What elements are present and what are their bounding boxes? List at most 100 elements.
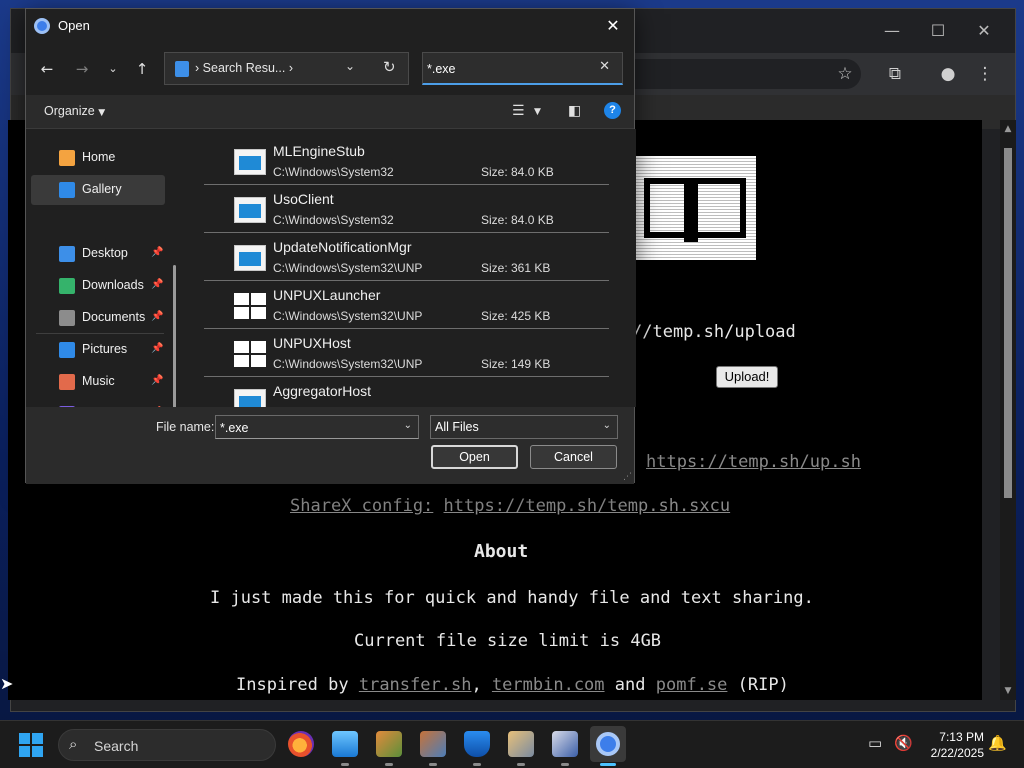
volume-muted-icon[interactable]: 🔇 [894, 734, 913, 752]
file-path: C:\Windows\System32\UNP [273, 309, 423, 323]
organize-label: Organize [44, 104, 95, 118]
dialog-search-input[interactable] [427, 59, 592, 79]
organize-menu-button[interactable]: Organize ▼ [44, 104, 105, 118]
app-icon-1[interactable] [376, 731, 402, 757]
file-row[interactable]: UpdateNotificationMgr C:\Windows\System32… [204, 233, 609, 281]
address-dropdown-icon[interactable]: ⌄ [345, 59, 355, 73]
nav-item-label: Gallery [82, 182, 122, 196]
dialog-footer: File name: ⌄ All Files ⌄ Open Cancel ⋰ [26, 407, 634, 484]
nav-item-pictures[interactable]: Pictures 📌 [31, 335, 165, 365]
nav-item-videos[interactable]: Videos📌 [31, 399, 165, 407]
taskbar: ⌕ Search ▭ 🔇 7:13 PM 2/22/2025 🔔 [0, 720, 1024, 768]
dialog-search-box[interactable]: ✕ [422, 52, 623, 85]
termbin-link[interactable]: termbin.com [492, 675, 605, 695]
app-icon-2[interactable] [420, 731, 446, 757]
system-clock[interactable]: 7:13 PM 2/22/2025 [920, 729, 984, 761]
minimize-icon[interactable]: — [877, 19, 907, 43]
start-windows-icon[interactable] [19, 733, 43, 757]
file-name-input[interactable] [220, 419, 396, 436]
transfer-sh-link[interactable]: transfer.sh [359, 675, 472, 695]
close-window-icon[interactable]: ✕ [969, 19, 999, 43]
file-size: Size: 425 KB [481, 309, 551, 323]
change-view-icon[interactable]: ☰ [512, 103, 525, 119]
page-scroll-thumb[interactable] [1004, 148, 1012, 498]
cancel-button[interactable]: Cancel [530, 445, 617, 469]
open-file-dialog: Open ✕ ← → ⌄ ↑ › Search Resu... › ⌄ ↻ ✕ … [25, 8, 636, 484]
nav-item-music[interactable]: Music 📌 [31, 367, 165, 397]
profile-icon[interactable]: ● [936, 62, 960, 86]
nav-pane-scrollbar[interactable] [173, 265, 176, 407]
nav-item-label: Pictures [82, 342, 128, 356]
network-icon[interactable]: ▭ [868, 734, 882, 752]
exe-file-icon [234, 149, 266, 175]
file-type-value: All Files [435, 420, 479, 434]
file-row[interactable]: MLEngineStub C:\Windows\System32 Size: 84.… [204, 137, 609, 185]
dialog-address-bar[interactable]: › Search Resu... › ⌄ ↻ [164, 52, 409, 85]
file-type-filter[interactable]: All Files ⌄ [430, 415, 618, 439]
taskbar-search[interactable]: ⌕ Search [58, 729, 276, 761]
forward-arrow-icon[interactable]: → [71, 58, 93, 80]
up-arrow-icon[interactable]: ↑ [131, 58, 153, 80]
control-panel-icon[interactable] [332, 731, 358, 757]
file-name-combo[interactable]: ⌄ [215, 415, 419, 439]
nav-item-downloads[interactable]: Downloads 📌 [31, 271, 165, 301]
nav-item-label: Desktop [82, 246, 128, 260]
recent-locations-chevron-icon[interactable]: ⌄ [102, 58, 124, 80]
pin-icon: 📌 [151, 311, 164, 322]
windows-logo-tile [251, 341, 266, 353]
file-name-dropdown-icon[interactable]: ⌄ [404, 420, 412, 431]
upload-button[interactable]: Upload! [716, 366, 778, 388]
running-indicator [517, 763, 525, 766]
dialog-close-icon[interactable]: ✕ [600, 14, 626, 38]
chrome-taskbar-button[interactable] [590, 726, 626, 762]
chrome-icon [34, 18, 50, 34]
open-button[interactable]: Open [431, 445, 518, 469]
refresh-icon[interactable]: ↻ [383, 58, 396, 76]
bookmark-star-icon[interactable]: ☆ [833, 62, 857, 86]
page-scrollbar[interactable]: ▲ ▼ [1000, 120, 1016, 700]
exe-file-icon [234, 197, 266, 223]
file-row[interactable]: AggregatorHostC:\Windows\System32Size: 3… [204, 377, 609, 407]
file-row[interactable]: UsoClient C:\Windows\System32 Size: 84.0 K… [204, 185, 609, 233]
breadcrumb-search-results[interactable]: Search Resu... [203, 61, 286, 75]
windows-logo-tile [234, 355, 249, 367]
nav-item-home[interactable]: Home [31, 143, 165, 173]
file-size: Size: 361 KB [481, 261, 551, 275]
sharex-config-link[interactable]: https://temp.sh/temp.sh.sxcu [444, 496, 731, 516]
extensions-icon[interactable]: ⧉ [883, 62, 907, 86]
address-bar[interactable] [621, 59, 861, 89]
file-name-label: File name: [156, 420, 215, 434]
view-options-dropdown-icon[interactable]: ▼ [534, 107, 541, 117]
scroll-up-icon[interactable]: ▲ [1000, 122, 1016, 136]
nav-item-gallery[interactable]: Gallery [31, 175, 165, 205]
clear-search-icon[interactable]: ✕ [599, 59, 610, 74]
users-icon[interactable] [508, 731, 534, 757]
app-icon-3[interactable] [552, 731, 578, 757]
menu-dots-icon[interactable]: ⋮ [973, 62, 997, 86]
mouse-cursor-icon: ➤ [0, 674, 14, 693]
back-arrow-icon[interactable]: ← [36, 58, 58, 80]
defender-shield-icon[interactable] [464, 731, 490, 757]
file-row[interactable]: UNPUXLauncher C:\Windows\System32\UNP Size… [204, 281, 609, 329]
nav-item-desktop[interactable]: Desktop 📌 [31, 239, 165, 269]
scroll-down-icon[interactable]: ▼ [1000, 684, 1016, 698]
help-icon[interactable]: ? [604, 102, 621, 119]
resize-grip-icon[interactable]: ⋰ [623, 472, 632, 482]
preview-pane-icon[interactable]: ◧ [568, 103, 581, 119]
pomf-link[interactable]: pomf.se [656, 675, 728, 695]
taskbar-search-label: Search [94, 738, 139, 754]
file-name: MLEngineStub [273, 143, 365, 159]
firefox-icon[interactable] [288, 731, 314, 757]
notification-bell-icon[interactable]: 🔔 [988, 734, 1007, 752]
address-breadcrumb[interactable]: › Search Resu... › [195, 61, 293, 75]
nav-item-documents[interactable]: Documents 📌 [31, 303, 165, 333]
file-type-dropdown-icon[interactable]: ⌄ [603, 420, 611, 431]
up-sh-link[interactable]: https://temp.sh/up.sh [646, 452, 861, 472]
inspired-prefix: Inspired by [236, 675, 349, 695]
windows-logo-tile [251, 293, 266, 305]
chrome-taskbar-icon [596, 732, 620, 756]
maximize-icon[interactable]: ☐ [923, 19, 953, 43]
file-name: UNPUXLauncher [273, 287, 381, 303]
dialog-title: Open [58, 18, 90, 33]
file-row[interactable]: UNPUXHost C:\Windows\System32\UNP Size: 14… [204, 329, 609, 377]
